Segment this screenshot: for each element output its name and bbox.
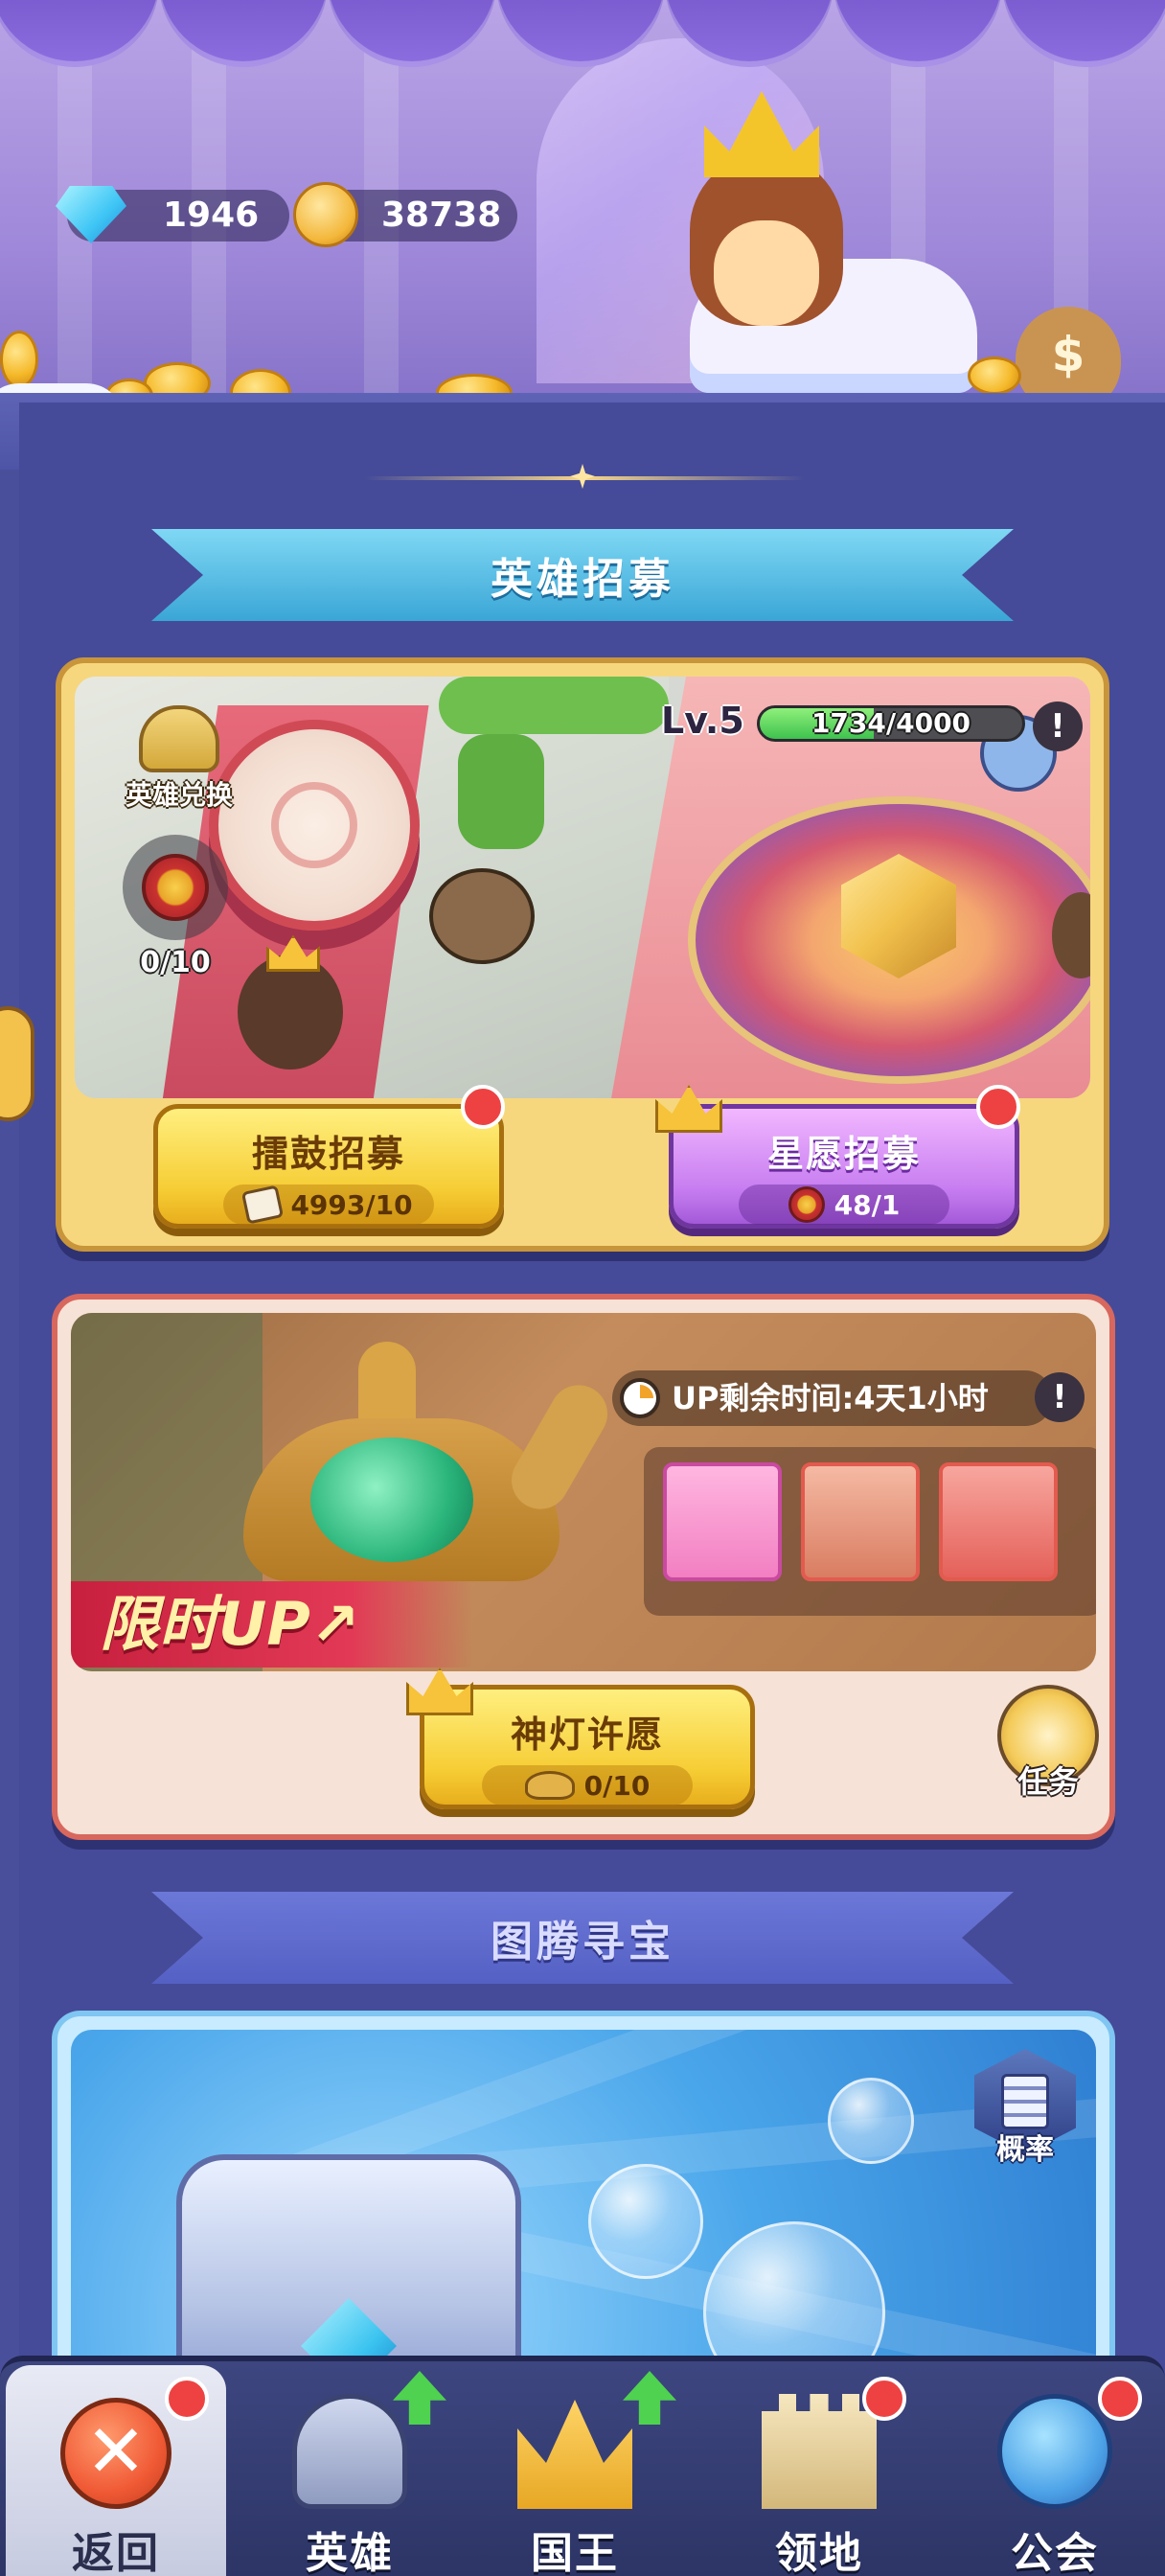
lamp-scene: 限时UP↗ UP剩余时间:4天1小时 ! xyxy=(71,1313,1096,1671)
recruit-token-button[interactable]: 0/10 xyxy=(113,835,238,988)
raccoon-hero xyxy=(429,868,535,964)
coin-icon xyxy=(0,331,38,388)
section-title-hero-recruit: 英雄招募 xyxy=(151,529,1014,621)
planet-icon xyxy=(997,2394,1112,2509)
nav-guild-label: 公会 xyxy=(1011,2529,1099,2576)
coin-icon xyxy=(968,356,1021,395)
nav-territory-label: 领地 xyxy=(775,2529,863,2576)
drum-recruit-cost: 4993/10 xyxy=(223,1184,434,1225)
genie-lamp-card: 限时UP↗ UP剩余时间:4天1小时 ! 神灯许愿 0/10 任务 xyxy=(52,1294,1115,1840)
section-title-totem-treasure: 图腾寻宝 xyxy=(151,1892,1014,1984)
owl-totem-bubble[interactable] xyxy=(588,2164,703,2279)
curtain-scallop xyxy=(1002,0,1165,67)
token-count: 0/10 xyxy=(140,946,211,979)
hero-recruit-card: 英雄兑换 0/10 Lv.5 1734/4000 ! 擂鼓招募 4993/10 … xyxy=(56,657,1109,1252)
hedge xyxy=(439,677,669,734)
clock-icon xyxy=(620,1378,660,1418)
genie-wish-cost-value: 0/10 xyxy=(583,1769,651,1802)
diamond-count: 1946 xyxy=(163,196,260,235)
task-button[interactable]: 任务 xyxy=(991,1685,1106,1828)
gold-coin-icon xyxy=(293,182,358,247)
recruit-info-button[interactable]: ! xyxy=(1033,702,1083,751)
flame-emblem-icon xyxy=(271,782,357,868)
knight-helmet-icon xyxy=(292,2394,407,2509)
drum-recruit-cost-value: 4993/10 xyxy=(290,1188,413,1221)
xp-progress-bar: 1734/4000 xyxy=(757,705,1025,742)
section-title-text: 英雄招募 xyxy=(491,555,674,604)
drum-recruit-label: 擂鼓招募 xyxy=(251,1133,405,1175)
castle-icon xyxy=(762,2394,877,2509)
crown-icon xyxy=(517,2400,632,2509)
hero-portrait-fan[interactable] xyxy=(939,1462,1058,1581)
crown-badge-icon xyxy=(406,1668,473,1715)
nav-king-label: 国王 xyxy=(531,2529,619,2576)
star-wish-cost: 48/1 xyxy=(739,1184,949,1225)
drum-recruit-button[interactable]: 擂鼓招募 4993/10 xyxy=(153,1104,504,1229)
star-wish-label: 星愿招募 xyxy=(766,1133,921,1175)
genie-wish-cost: 0/10 xyxy=(482,1765,693,1806)
king-face xyxy=(714,220,819,326)
header-banner: $ 1946 38738 xyxy=(0,0,1165,450)
nav-hero-label: 英雄 xyxy=(306,2529,394,2576)
hedge xyxy=(458,734,544,849)
section-title-text: 图腾寻宝 xyxy=(491,1918,674,1966)
document-icon xyxy=(1001,2074,1049,2129)
recruit-token-icon xyxy=(788,1186,825,1223)
probability-label: 概率 xyxy=(996,2133,1054,2167)
notification-dot xyxy=(976,1085,1020,1129)
curtain-scallop xyxy=(0,0,159,67)
hero-exchange-label: 英雄兑换 xyxy=(125,779,233,811)
probability-button[interactable]: 概率 xyxy=(968,2049,1083,2183)
recruit-scene: 英雄兑换 0/10 Lv.5 1734/4000 ! xyxy=(75,677,1090,1098)
up-hero-panel xyxy=(644,1447,1096,1616)
hero-character xyxy=(238,954,343,1070)
side-character[interactable] xyxy=(0,1006,34,1121)
level-label: Lv.5 xyxy=(661,700,744,742)
task-label: 任务 xyxy=(1017,1763,1079,1800)
hero-portrait-pink[interactable] xyxy=(663,1462,782,1581)
dollar-sign-icon: $ xyxy=(1051,327,1085,382)
close-icon: ✕ xyxy=(60,2398,171,2509)
hero-exchange-button[interactable]: 英雄兑换 xyxy=(107,705,251,811)
xp-text: 1734/4000 xyxy=(811,707,971,739)
curtain-scallop xyxy=(834,0,1002,67)
lamp-info-button[interactable]: ! xyxy=(1035,1372,1085,1422)
curtain-scallop xyxy=(328,0,496,67)
lamp-gem xyxy=(310,1438,473,1562)
token-frame xyxy=(123,835,228,940)
hero-portrait-warrior[interactable] xyxy=(801,1462,920,1581)
gold-count: 38738 xyxy=(381,196,502,235)
golden-helmet-icon xyxy=(139,705,219,772)
notification-dot xyxy=(165,2377,209,2421)
up-timer-text: UP剩余时间:4天1小时 xyxy=(672,1380,989,1416)
scroll-icon xyxy=(241,1184,285,1225)
curtain-scallop xyxy=(159,0,328,67)
limited-up-text: 限时UP↗ xyxy=(100,1589,360,1659)
nav-back-label: 返回 xyxy=(72,2529,160,2576)
notification-dot xyxy=(862,2377,906,2421)
notification-dot xyxy=(461,1085,505,1129)
lamp-icon xyxy=(524,1771,575,1800)
star-wish-cost-value: 48/1 xyxy=(834,1188,901,1221)
notification-dot xyxy=(1098,2377,1142,2421)
recruit-level: Lv.5 1734/4000 xyxy=(661,696,1090,753)
up-timer: UP剩余时间:4天1小时 xyxy=(612,1370,1053,1426)
bear-totem-bubble[interactable] xyxy=(828,2078,914,2164)
genie-wish-label: 神灯许愿 xyxy=(510,1714,664,1756)
recruit-token-icon xyxy=(142,854,209,921)
